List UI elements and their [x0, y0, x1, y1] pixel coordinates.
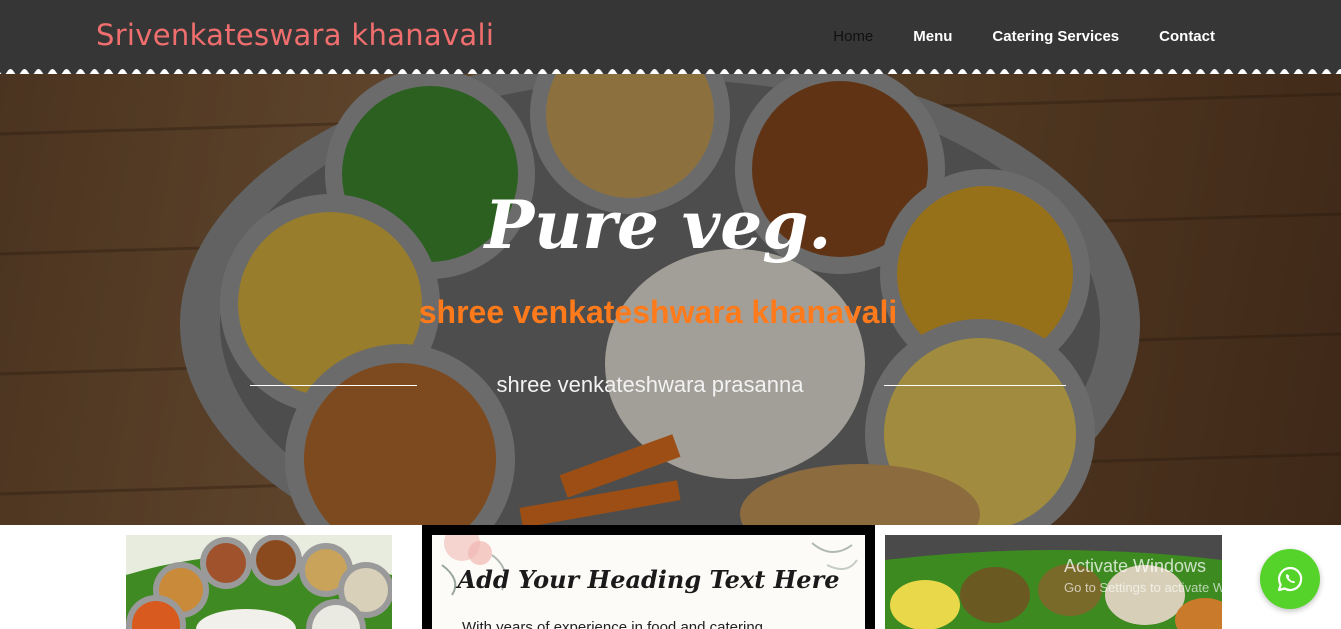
os-activation-title: Activate Windows [1064, 556, 1207, 576]
nav-contact-link[interactable]: Contact [1159, 28, 1215, 45]
nav-menu-link[interactable]: Menu [913, 28, 952, 45]
hero-banner: Pure veg. shree venkateshwara khanavali … [0, 74, 1341, 525]
food-image-left [126, 535, 392, 629]
about-card: Add Your Heading Text Here With years of… [432, 535, 865, 629]
whatsapp-chat-button[interactable] [1260, 549, 1320, 609]
nav-catering-link[interactable]: Catering Services [992, 28, 1119, 45]
site-header: Srivenkateswara khanavali Home Menu Cate… [0, 0, 1341, 74]
hero-title: Pure veg. [484, 186, 832, 264]
hero-subtitle: shree venkateshwara khanavali [418, 294, 898, 330]
hero-tagline: shree venkateshwara prasanna [496, 372, 804, 397]
tagline-divider-right [884, 385, 1066, 386]
whatsapp-icon [1277, 566, 1303, 592]
about-heading: Add Your Heading Text Here [457, 565, 840, 594]
os-activation-subtitle: Go to Settings to activate Windows. [1064, 580, 1270, 595]
site-logo-text[interactable]: Srivenkateswara khanavali [96, 18, 494, 52]
main-nav: Home Menu Catering Services Contact [833, 28, 1215, 45]
about-text: With years of experience in food and cat… [462, 619, 764, 629]
nav-home-link[interactable]: Home [833, 28, 873, 45]
